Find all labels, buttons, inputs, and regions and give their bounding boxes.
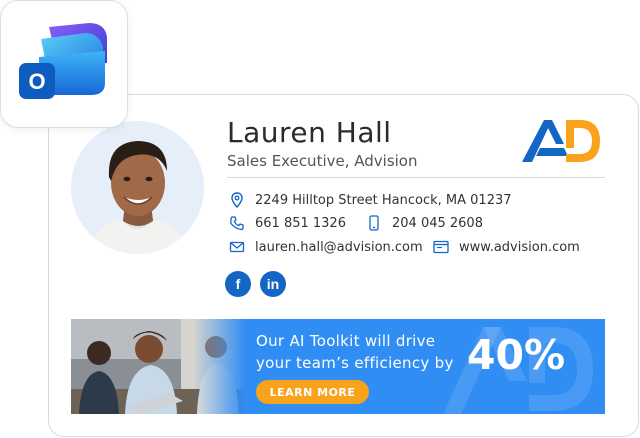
linkedin-icon[interactable]: in [260, 271, 286, 297]
divider [227, 177, 605, 178]
contact-title: Sales Executive, Advision [227, 152, 418, 170]
website-link[interactable]: www.advision.com [459, 240, 580, 255]
address-text: 2249 Hilltop Street Hancock, MA 01237 [255, 192, 512, 208]
email-link[interactable]: lauren.hall@advision.com [255, 240, 423, 255]
mobile-text[interactable]: 204 045 2608 [392, 216, 483, 231]
banner-percent: 40% [467, 331, 566, 379]
browser-window-icon [433, 239, 449, 255]
envelope-icon [229, 239, 245, 255]
outlook-app-tile[interactable]: O [0, 0, 128, 128]
svg-text:O: O [28, 69, 45, 94]
outlook-icon: O [19, 23, 107, 99]
mobile-phone-icon [366, 215, 382, 231]
phone-icon [229, 215, 245, 231]
learn-more-button[interactable]: LEARN MORE [256, 380, 369, 404]
banner-headline-line1: Our AI Toolkit will drive [256, 332, 436, 350]
phone-row[interactable]: 661 851 1326 [229, 215, 346, 231]
avatar [71, 121, 204, 254]
website-row[interactable]: www.advision.com [433, 239, 580, 255]
promo-banner[interactable]: Our AI Toolkit will drive your team’s ef… [71, 319, 605, 414]
email-row[interactable]: lauren.hall@advision.com [229, 239, 423, 255]
location-pin-icon [229, 192, 245, 208]
team-photo [71, 319, 246, 414]
contact-name: Lauren Hall [227, 116, 392, 149]
mobile-row[interactable]: 204 045 2608 [366, 215, 483, 231]
advision-logo [522, 120, 600, 162]
phone-text[interactable]: 661 851 1326 [255, 216, 346, 231]
banner-headline-line2: your team’s efficiency by [256, 354, 454, 372]
address-row: 2249 Hilltop Street Hancock, MA 01237 [229, 192, 512, 208]
facebook-icon[interactable]: f [225, 271, 251, 297]
